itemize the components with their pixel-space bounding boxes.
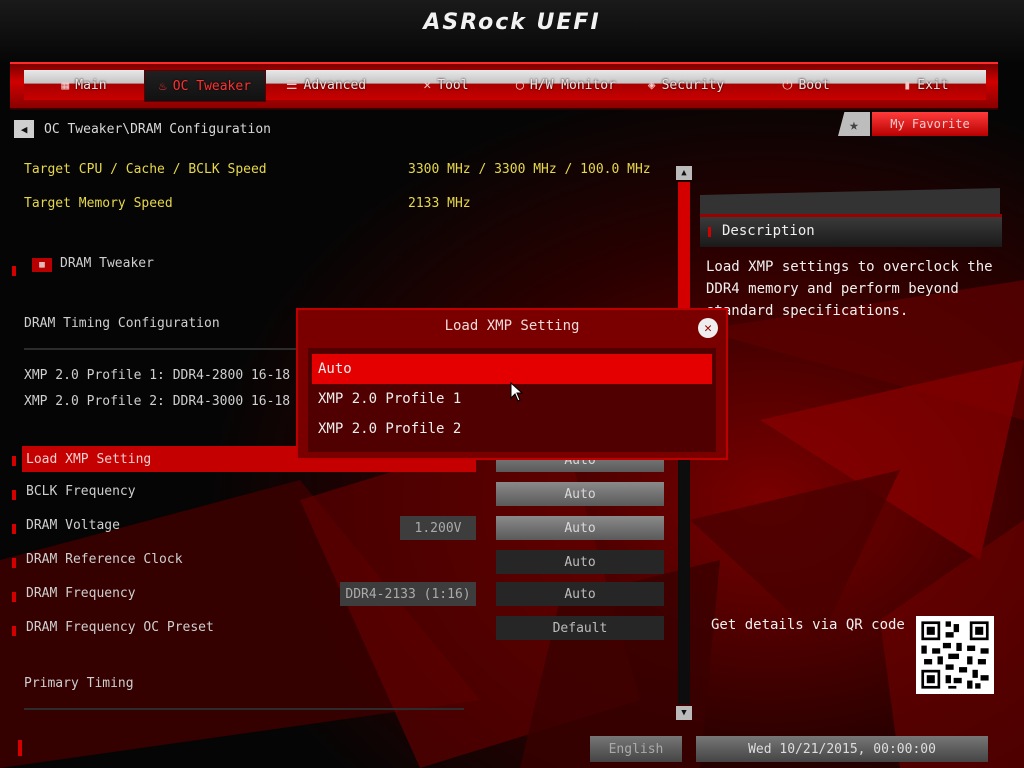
breadcrumb: ◀ OC Tweaker\DRAM Configuration: [14, 120, 271, 138]
dram-frequency-label[interactable]: DRAM Frequency: [26, 586, 136, 601]
xmp-profile-2-info: XMP 2.0 Profile 2: DDR4-3000 16-18: [24, 394, 291, 409]
description-text: Load XMP settings to overclock the DDR4 …: [706, 259, 993, 319]
target-memory-label: Target Memory Speed: [24, 196, 173, 211]
option-xmp-profile-2[interactable]: XMP 2.0 Profile 2: [312, 414, 712, 444]
item-marker: [12, 524, 16, 534]
qr-code-label: Get details via QR code: [711, 617, 905, 633]
list-icon: ☰: [285, 77, 298, 93]
primary-timing-heading: Primary Timing: [24, 676, 134, 691]
back-button[interactable]: ◀: [14, 120, 34, 138]
tab-label: OC Tweaker: [172, 78, 252, 94]
timing-config-heading: DRAM Timing Configuration: [24, 316, 220, 331]
bclk-frequency-label[interactable]: BCLK Frequency: [26, 484, 136, 499]
arrow-up-icon: ▲: [681, 168, 687, 178]
description-title: Description: [722, 223, 815, 239]
dram-tweaker-link[interactable]: DRAM Tweaker: [60, 256, 154, 271]
dram-frequency-value[interactable]: Auto: [496, 582, 664, 606]
qr-code-image: [916, 616, 994, 694]
tab-label: Boot: [798, 77, 830, 93]
back-arrow-icon: ◀: [20, 122, 28, 136]
brand-logo: ASRock UEFI: [423, 10, 601, 35]
mouse-cursor-icon: [510, 382, 524, 402]
tab-bar: ▦ Main ♨ OC Tweaker ☰ Advanced ✕ Tool ◯ …: [10, 62, 998, 110]
grid-icon: ▦: [61, 77, 70, 93]
tab-tool[interactable]: ✕ Tool: [386, 70, 506, 100]
scrollbar-thumb[interactable]: [678, 182, 690, 308]
dram-frequency-current: DDR4-2133 (1:16): [340, 582, 476, 606]
scroll-down-button[interactable]: ▼: [676, 706, 692, 720]
item-marker: [12, 490, 16, 500]
target-memory-value: 2133 MHz: [408, 196, 471, 211]
scroll-up-button[interactable]: ▲: [676, 166, 692, 180]
tab-label: Tool: [437, 77, 469, 93]
tab-advanced[interactable]: ☰ Advanced: [266, 70, 386, 100]
tab-exit[interactable]: ▮ Exit: [866, 70, 986, 100]
dram-voltage-value[interactable]: Auto: [496, 516, 664, 540]
tab-oc-tweaker[interactable]: ♨ OC Tweaker: [144, 70, 266, 102]
description-header: Description: [700, 214, 1002, 247]
option-auto[interactable]: Auto: [312, 354, 712, 384]
dram-reference-clock-label[interactable]: DRAM Reference Clock: [26, 552, 183, 567]
dram-frequency-oc-preset-value[interactable]: Default: [496, 616, 664, 640]
bclk-frequency-value[interactable]: Auto: [496, 482, 664, 506]
power-icon: ⏻: [782, 77, 793, 93]
star-icon: ★: [849, 114, 859, 134]
dram-frequency-oc-preset-label[interactable]: DRAM Frequency OC Preset: [26, 620, 214, 635]
target-cpu-label: Target CPU / Cache / BCLK Speed: [24, 162, 267, 177]
tab-label: Security: [661, 77, 725, 93]
divider: [24, 708, 464, 710]
title-bar: ASRock UEFI: [0, 0, 1024, 62]
dialog-title: Load XMP Setting: [444, 318, 580, 334]
dram-voltage-current: 1.200V: [400, 516, 476, 540]
target-cpu-value: 3300 MHz / 3300 MHz / 100.0 MHz: [408, 162, 651, 177]
item-marker: [12, 592, 16, 602]
shield-icon: ◈: [647, 77, 656, 93]
date-time-display: Wed 10/21/2015, 00:00:00: [696, 736, 988, 762]
tab-label: Advanced: [303, 77, 367, 93]
wrench-icon: ✕: [423, 77, 432, 93]
memory-icon: ▦: [32, 258, 52, 272]
item-marker: [12, 626, 16, 636]
xmp-profile-1-info: XMP 2.0 Profile 1: DDR4-2800 16-18: [24, 368, 291, 383]
dram-reference-clock-value[interactable]: Auto: [496, 550, 664, 574]
tab-label: Main: [75, 77, 107, 93]
door-icon: ▮: [903, 77, 912, 93]
tab-label: H/W Monitor: [529, 77, 616, 93]
item-marker: [12, 456, 16, 466]
close-icon: ✕: [704, 320, 712, 336]
tab-label: Exit: [917, 77, 949, 93]
bottom-marker: [18, 740, 22, 756]
item-marker: [12, 558, 16, 568]
breadcrumb-path: OC Tweaker\DRAM Configuration: [44, 121, 271, 137]
my-favorite-button[interactable]: My Favorite: [872, 112, 988, 136]
close-button[interactable]: ✕: [698, 318, 718, 338]
tab-security[interactable]: ◈ Security: [626, 70, 746, 100]
description-marker: [708, 227, 711, 237]
dram-voltage-label[interactable]: DRAM Voltage: [26, 518, 120, 533]
arrow-down-icon: ▼: [681, 708, 687, 718]
tab-boot[interactable]: ⏻ Boot: [746, 70, 866, 100]
tab-hw-monitor[interactable]: ◯ H/W Monitor: [506, 70, 626, 100]
flame-icon: ♨: [158, 78, 167, 94]
monitor-icon: ◯: [516, 77, 524, 93]
language-button[interactable]: English: [590, 736, 682, 762]
item-marker: [12, 266, 16, 276]
tab-main[interactable]: ▦ Main: [24, 70, 144, 100]
